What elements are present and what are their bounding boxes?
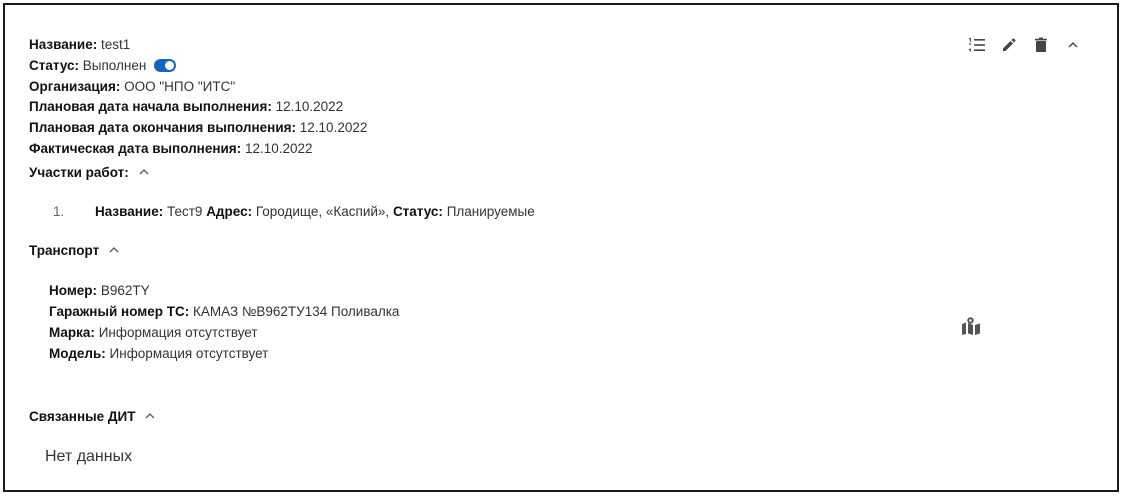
field-plan-end: Плановая дата окончания выполнения: 12.1… (29, 118, 367, 138)
field-plan-end-value: 12.10.2022 (299, 120, 368, 135)
collapse-icon[interactable] (1063, 35, 1083, 55)
list-item-index: 1. (53, 204, 65, 219)
field-status-label: Статус: (29, 58, 79, 73)
field-name: Название: test1 (29, 35, 130, 55)
transport-model-label: Модель: (49, 346, 106, 361)
work-area-name-label: Название: (95, 204, 164, 219)
section-work-areas-header[interactable]: Участки работ: (29, 163, 149, 183)
work-area-status-label: Статус: (392, 204, 443, 219)
work-area-name-value: Тест9 (166, 204, 203, 219)
field-plan-start-label: Плановая дата начала выполнения: (29, 99, 272, 114)
field-fact-date-label: Фактическая дата выполнения: (29, 141, 242, 156)
transport-brand-value: Информация отсутствует (98, 325, 258, 340)
field-fact-date-value: 12.10.2022 (244, 141, 313, 156)
transport-model: Модель: Информация отсутствует (49, 344, 268, 364)
card-toolbar (967, 35, 1083, 55)
work-area-address-label: Адрес: (206, 204, 253, 219)
transport-brand-label: Марка: (49, 325, 95, 340)
section-work-areas-title: Участки работ: (29, 165, 129, 180)
list-item-content: Название: Тест9 Адрес: Городище, «Каспий… (95, 202, 535, 222)
transport-number: Номер: В962ТY (49, 281, 150, 301)
transport-brand: Марка: Информация отсутствует (49, 323, 258, 343)
record-card-frame: Название: test1 Статус: Выполнен Организ… (3, 3, 1119, 492)
status-toggle[interactable] (154, 59, 177, 72)
section-transport-title: Транспорт (29, 243, 100, 258)
delete-icon[interactable] (1031, 35, 1051, 55)
map-marker-icon[interactable] (961, 317, 981, 338)
transport-number-label: Номер: (49, 283, 98, 298)
transport-garage-label: Гаражный номер ТС: (49, 304, 190, 319)
transport-model-value: Информация отсутствует (109, 346, 269, 361)
field-plan-start: Плановая дата начала выполнения: 12.10.2… (29, 97, 343, 117)
field-status: Статус: Выполнен (29, 56, 177, 76)
field-fact-date: Фактическая дата выполнения: 12.10.2022 (29, 139, 313, 159)
work-area-address-value: Городище, «Каспий», (255, 204, 390, 219)
related-empty-text: Нет данных (45, 448, 133, 465)
field-plan-start-value: 12.10.2022 (275, 99, 344, 114)
section-transport-header[interactable]: Транспорт (29, 241, 119, 261)
field-organization-label: Организация: (29, 79, 121, 94)
field-name-label: Название: (29, 37, 98, 52)
transport-garage-number: Гаражный номер ТС: КАМАЗ №В962ТУ134 Поли… (49, 302, 399, 322)
field-name-value: test1 (100, 37, 131, 52)
chevron-up-icon[interactable] (109, 241, 119, 261)
edit-icon[interactable] (999, 35, 1019, 55)
transport-number-value: В962ТY (100, 283, 150, 298)
list-icon[interactable] (967, 35, 987, 55)
chevron-up-icon[interactable] (139, 163, 149, 183)
record-card: Название: test1 Статус: Выполнен Организ… (19, 25, 1103, 480)
field-organization: Организация: ООО "НПО "ИТС" (29, 77, 235, 97)
section-related-title: Связанные ДИТ (29, 409, 136, 424)
chevron-up-icon[interactable] (145, 407, 155, 427)
work-area-status-value: Планируемые (446, 204, 535, 219)
transport-garage-value: КАМАЗ №В962ТУ134 Поливалка (193, 304, 400, 319)
field-status-value: Выполнен (82, 58, 147, 73)
section-related-header[interactable]: Связанные ДИТ (29, 407, 155, 427)
field-plan-end-label: Плановая дата окончания выполнения: (29, 120, 297, 135)
field-organization-value: ООО "НПО "ИТС" (124, 79, 236, 94)
